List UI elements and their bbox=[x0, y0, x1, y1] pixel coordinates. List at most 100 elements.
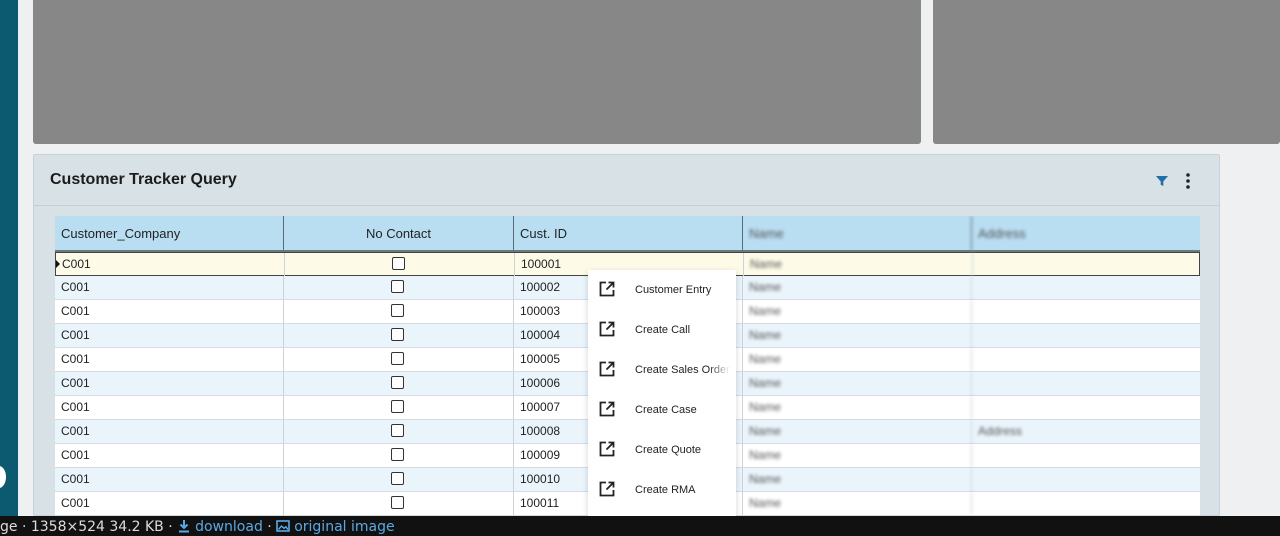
cell-no-contact[interactable] bbox=[284, 420, 514, 443]
menu-edge-fade bbox=[708, 430, 736, 470]
cell-company[interactable]: C001 bbox=[55, 300, 284, 323]
menu-edge-fade bbox=[708, 470, 736, 510]
no-contact-checkbox[interactable] bbox=[391, 304, 404, 317]
cell-name[interactable]: Name bbox=[743, 276, 972, 299]
context-menu-label: Create Quote bbox=[635, 444, 702, 456]
context-menu-item[interactable]: Customer Entry bbox=[588, 270, 736, 310]
cell-company[interactable]: C001 bbox=[55, 372, 284, 395]
menu-edge-fade bbox=[708, 350, 736, 390]
cell-name[interactable]: Name bbox=[743, 348, 972, 371]
cell-no-contact[interactable] bbox=[284, 276, 514, 299]
widget-divider bbox=[34, 205, 1219, 206]
cell-address[interactable] bbox=[972, 396, 1200, 419]
cell-no-contact[interactable] bbox=[284, 468, 514, 491]
filter-icon[interactable] bbox=[1154, 173, 1170, 189]
cell-name[interactable]: Name bbox=[743, 492, 972, 515]
cell-name[interactable]: Name bbox=[744, 253, 973, 276]
cell-name[interactable]: Name bbox=[743, 468, 972, 491]
context-menu-item[interactable]: Create Case bbox=[588, 390, 736, 430]
original-image-link[interactable]: original image bbox=[276, 519, 395, 535]
left-nav-rail bbox=[0, 0, 18, 516]
cell-name[interactable]: Name bbox=[743, 396, 972, 419]
open-external-icon bbox=[599, 361, 615, 377]
widget-title: Customer Tracker Query bbox=[50, 171, 237, 188]
more-vertical-icon[interactable] bbox=[1180, 172, 1196, 190]
cell-address[interactable]: Address bbox=[972, 420, 1200, 443]
column-header-cust-id[interactable]: Cust. ID bbox=[514, 216, 743, 251]
cell-name[interactable]: Name bbox=[743, 324, 972, 347]
download-label: download bbox=[195, 519, 263, 535]
cell-address[interactable] bbox=[972, 444, 1200, 467]
cell-company[interactable]: C001 bbox=[55, 468, 284, 491]
cell-address[interactable] bbox=[972, 468, 1200, 491]
column-header-address[interactable]: Address bbox=[972, 216, 1200, 251]
grid-header: Customer_Company No Contact Cust. ID Nam… bbox=[55, 216, 1200, 252]
open-external-icon bbox=[599, 321, 615, 337]
open-external-icon bbox=[599, 481, 615, 497]
status-info: ge · 1358×524 34.2 KB · bbox=[0, 519, 178, 535]
cell-no-contact[interactable] bbox=[284, 444, 514, 467]
column-header-no-contact[interactable]: No Contact bbox=[284, 216, 514, 251]
open-external-icon bbox=[599, 281, 615, 297]
cell-company[interactable]: C001 bbox=[55, 492, 284, 515]
column-header-customer-company[interactable]: Customer_Company bbox=[55, 216, 284, 251]
no-contact-checkbox[interactable] bbox=[391, 496, 404, 509]
no-contact-checkbox[interactable] bbox=[391, 472, 404, 485]
context-menu-item[interactable]: Create Sales Order bbox=[588, 350, 736, 390]
cell-company[interactable]: C001 bbox=[55, 276, 284, 299]
status-separator: · bbox=[262, 519, 277, 535]
placeholder-panel-right bbox=[933, 0, 1280, 144]
cell-company[interactable]: C001 bbox=[56, 253, 285, 276]
context-menu: Customer Entry Create Call Create Sales Or… bbox=[588, 270, 736, 516]
no-contact-checkbox[interactable] bbox=[391, 352, 404, 365]
cell-address[interactable] bbox=[973, 253, 1200, 276]
cell-address[interactable] bbox=[972, 276, 1200, 299]
cell-no-contact[interactable] bbox=[284, 372, 514, 395]
menu-edge-fade bbox=[708, 270, 736, 310]
cell-no-contact[interactable] bbox=[284, 396, 514, 419]
context-menu-label: Create RMA bbox=[635, 484, 696, 496]
download-link[interactable]: download bbox=[177, 519, 263, 535]
placeholder-panel-left bbox=[33, 0, 921, 144]
cell-no-contact[interactable] bbox=[284, 492, 514, 515]
cell-name[interactable]: Name bbox=[743, 420, 972, 443]
menu-edge-fade bbox=[708, 310, 736, 350]
cell-no-contact[interactable] bbox=[284, 324, 514, 347]
status-bar: ge · 1358×524 34.2 KB · download · origi… bbox=[0, 516, 1280, 536]
no-contact-checkbox[interactable] bbox=[391, 376, 404, 389]
cell-address[interactable] bbox=[972, 348, 1200, 371]
cell-address[interactable] bbox=[972, 300, 1200, 323]
cell-company[interactable]: C001 bbox=[55, 444, 284, 467]
context-menu-item[interactable]: Create Call bbox=[588, 310, 736, 350]
cell-no-contact[interactable] bbox=[284, 348, 514, 371]
context-menu-label: Create Case bbox=[635, 404, 697, 416]
open-external-icon bbox=[599, 441, 615, 457]
open-external-icon bbox=[599, 401, 615, 417]
cell-company[interactable]: C001 bbox=[55, 420, 284, 443]
no-contact-checkbox[interactable] bbox=[392, 257, 405, 270]
cell-company[interactable]: C001 bbox=[55, 324, 284, 347]
no-contact-checkbox[interactable] bbox=[391, 424, 404, 437]
cell-company[interactable]: C001 bbox=[55, 348, 284, 371]
cell-company[interactable]: C001 bbox=[55, 396, 284, 419]
cell-name[interactable]: Name bbox=[743, 300, 972, 323]
no-contact-checkbox[interactable] bbox=[391, 328, 404, 341]
cell-no-contact[interactable] bbox=[285, 253, 515, 276]
column-header-name[interactable]: Name bbox=[743, 216, 972, 251]
context-menu-item[interactable]: Create Quote bbox=[588, 430, 736, 470]
cell-no-contact[interactable] bbox=[284, 300, 514, 323]
context-menu-label: Create Call bbox=[635, 324, 691, 336]
original-image-label: original image bbox=[294, 519, 395, 535]
download-icon bbox=[179, 520, 190, 533]
no-contact-checkbox[interactable] bbox=[391, 280, 404, 293]
context-menu-label: Customer Entry bbox=[635, 284, 712, 296]
cell-address[interactable] bbox=[972, 372, 1200, 395]
no-contact-checkbox[interactable] bbox=[391, 448, 404, 461]
cell-address[interactable] bbox=[972, 324, 1200, 347]
no-contact-checkbox[interactable] bbox=[391, 400, 404, 413]
cell-name[interactable]: Name bbox=[743, 444, 972, 467]
context-menu-item[interactable]: Create RMA bbox=[588, 470, 736, 510]
cell-name[interactable]: Name bbox=[743, 372, 972, 395]
menu-edge-fade bbox=[708, 390, 736, 430]
cell-address[interactable] bbox=[972, 492, 1200, 515]
